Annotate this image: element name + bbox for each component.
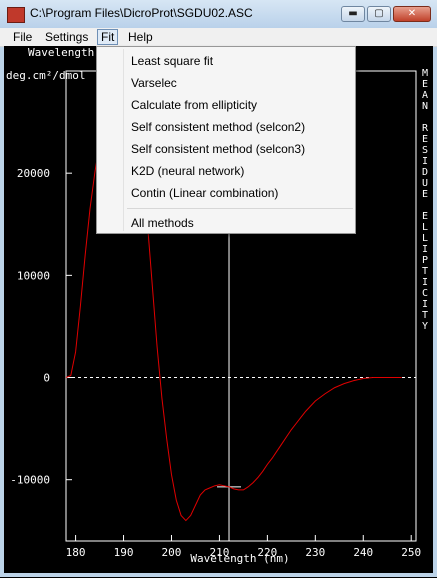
x-tick-label: 200 [162, 546, 182, 559]
app-icon[interactable] [7, 7, 25, 23]
right-title-letter: L [422, 233, 428, 244]
menu-separator [127, 208, 353, 209]
right-title-letter: M [422, 68, 428, 79]
menu-item-k2d[interactable]: K2D (neural network) [98, 160, 354, 182]
y-tick-label: 10000 [17, 269, 50, 282]
menu-item-selcon2[interactable]: Self consistent method (selcon2) [98, 116, 354, 138]
right-title-letter: E [422, 134, 428, 145]
top-wavelength-label: Wavelength [28, 46, 94, 59]
menu-settings[interactable]: Settings [42, 29, 91, 45]
window-title: C:\Program Files\DicroProt\SGDU02.ASC [30, 6, 253, 20]
right-title-letter: L [422, 222, 428, 233]
right-title-letter: S [422, 145, 428, 156]
right-title-letter: E [422, 79, 428, 90]
close-button[interactable]: ✕ [393, 6, 431, 22]
right-title-letter: I [422, 299, 428, 310]
app-window: C:\Program Files\DicroProt\SGDU02.ASC ▬ … [0, 0, 437, 577]
right-title-letter: I [422, 277, 428, 288]
right-title-letter: P [422, 255, 428, 266]
menu-item-calculate-from-ellipticity[interactable]: Calculate from ellipticity [98, 94, 354, 116]
maximize-button[interactable]: ▢ [367, 6, 391, 22]
right-title-letter: T [422, 310, 428, 321]
right-title-letter: E [422, 189, 428, 200]
fit-menu-dropdown: Least square fit Varselec Calculate from… [96, 46, 356, 234]
window-bottom-border [4, 573, 433, 577]
x-axis-title: Wavelength (nm) [190, 552, 289, 565]
menu-fit[interactable]: Fit [97, 29, 119, 45]
menu-item-selcon3[interactable]: Self consistent method (selcon3) [98, 138, 354, 160]
menu-item-all-methods[interactable]: All methods [98, 212, 354, 234]
minimize-icon: ▬ [348, 8, 358, 19]
menu-item-contin[interactable]: Contin (Linear combination) [98, 182, 354, 204]
menu-item-least-square-fit[interactable]: Least square fit [98, 50, 354, 72]
maximize-icon: ▢ [374, 8, 384, 19]
right-title-letter: A [422, 90, 428, 101]
y-tick-label: -10000 [10, 474, 50, 487]
x-tick-label: 230 [305, 546, 325, 559]
menu-file[interactable]: File [10, 29, 35, 45]
right-title-letter: R [422, 123, 429, 134]
x-tick-label: 180 [66, 546, 86, 559]
menu-bar: File Settings Fit Help [0, 28, 437, 47]
x-tick-label: 190 [114, 546, 134, 559]
right-title-letter: Y [422, 321, 428, 332]
right-title-letter: I [422, 244, 428, 255]
x-tick-label: 240 [353, 546, 373, 559]
close-icon: ✕ [407, 8, 417, 19]
menu-help[interactable]: Help [125, 29, 156, 45]
right-title-letter: C [422, 288, 428, 299]
right-title-letter: N [422, 101, 428, 112]
right-title-letter: E [422, 211, 428, 222]
right-title-letter: I [422, 156, 428, 167]
y-tick-label: 20000 [17, 167, 50, 180]
right-title-letter: T [422, 266, 428, 277]
x-tick-label: 250 [401, 546, 421, 559]
right-title-letter: U [422, 178, 428, 189]
menu-item-varselec[interactable]: Varselec [98, 72, 354, 94]
right-title-letter: D [422, 167, 428, 178]
minimize-button[interactable]: ▬ [341, 6, 365, 22]
y-tick-label: 0 [43, 372, 50, 385]
caption-buttons: ▬ ▢ ✕ [341, 6, 431, 22]
title-bar[interactable]: C:\Program Files\DicroProt\SGDU02.ASC ▬ … [0, 0, 437, 29]
